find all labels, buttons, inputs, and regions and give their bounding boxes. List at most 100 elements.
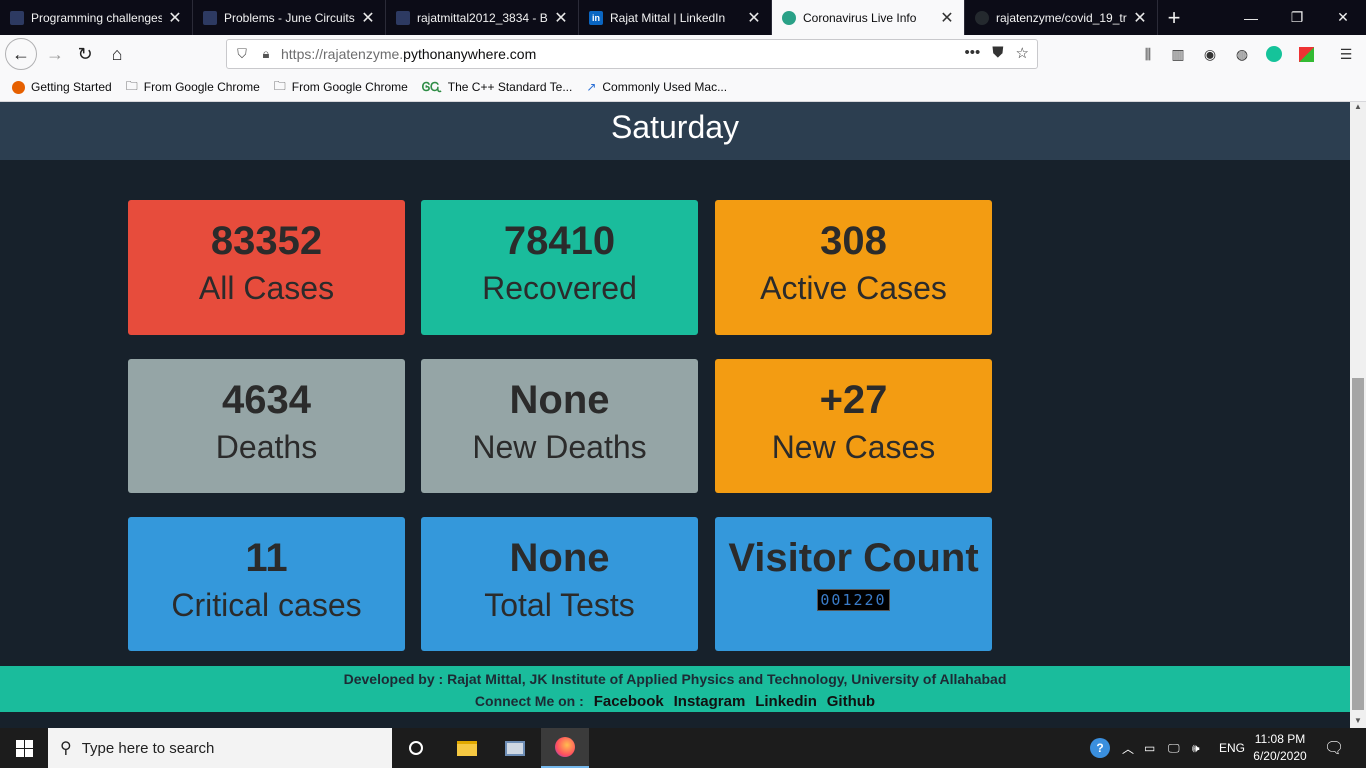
close-tab-icon[interactable]: ✕ (747, 8, 761, 28)
navigation-toolbar: ← → ↻ ⌂ ⛉ 🔒︎ https://rajatenzyme.pythona… (0, 35, 1366, 73)
new-deaths-card: None New Deaths (421, 359, 698, 493)
taskbar-clock[interactable]: 11:08 PM 6/20/2020 (1244, 731, 1316, 765)
help-icon[interactable]: ? (1090, 728, 1110, 768)
sidebar-icon[interactable]: ▥ (1168, 44, 1188, 64)
tab-github-covid[interactable]: rajatenzyme/covid_19_tra ✕ (965, 0, 1158, 35)
colorful-extension-icon[interactable] (1296, 44, 1316, 64)
search-icon: ⚲ (60, 740, 72, 757)
chart-icon: ↗ (586, 80, 597, 94)
connect-label: Connect Me on : (474, 693, 584, 709)
address-bar[interactable]: ⛉ 🔒︎ https://rajatenzyme.pythonanywhere.… (226, 39, 1038, 69)
remote-desktop-icon[interactable] (491, 728, 539, 768)
card-value: +27 (819, 378, 888, 422)
folder-icon: 🗀 (273, 78, 286, 93)
url-domain: pythonanywhere.com (403, 46, 537, 62)
pocket-icon[interactable]: ⛊ (992, 44, 1003, 62)
tab-june-circuits[interactable]: Problems - June Circuits ✕ (193, 0, 386, 35)
language-indicator[interactable]: ENG (1219, 728, 1245, 768)
linkedin-link[interactable]: Linkedin (755, 693, 817, 710)
file-explorer-icon[interactable] (443, 728, 491, 768)
home-button[interactable]: ⌂ (102, 39, 132, 69)
bookmark-folder-google-chrome[interactable]: 🗀 From Google Chrome (126, 77, 260, 98)
page-scrollbar[interactable]: ▲ ▼ (1350, 102, 1366, 728)
page-content: Saturday 83352 All Cases 78410 Recovered… (0, 102, 1350, 712)
windows-logo-icon (15, 739, 33, 757)
firefox-taskbar-icon[interactable] (541, 728, 589, 768)
new-tab-button[interactable]: + (1158, 0, 1190, 35)
notifications-icon[interactable]: 🗨︎ (1324, 728, 1344, 768)
close-tab-icon[interactable]: ✕ (554, 8, 568, 28)
network-icon[interactable]: 🖵︎ (1168, 728, 1180, 768)
bookmarks-toolbar: Getting Started 🗀 From Google Chrome 🗀 Fro… (0, 73, 1366, 102)
virus-icon (782, 10, 796, 25)
bookmark-label: The C++ Standard Te... (447, 80, 573, 94)
reload-button[interactable]: ↻ (70, 39, 100, 69)
bookmark-cpp-standard[interactable]: ᎶᏩ The C++ Standard Te... (422, 80, 572, 95)
tab-coronavirus-live-info[interactable]: Coronavirus Live Info ✕ (772, 0, 965, 35)
clock-time: 11:08 PM (1254, 732, 1306, 746)
visitor-counter: 001220 (817, 589, 890, 611)
card-label: New Deaths (472, 429, 647, 465)
scroll-down-icon[interactable]: ▼ (1350, 716, 1366, 728)
page-actions-icon[interactable]: ••• (965, 44, 981, 62)
firefox-icon (12, 80, 25, 94)
start-button[interactable] (0, 728, 48, 768)
shield-icon[interactable]: ⛉ (233, 46, 251, 62)
bookmark-star-icon[interactable]: ☆ (1016, 44, 1029, 62)
instagram-link[interactable]: Instagram (674, 693, 746, 710)
github-link[interactable]: Github (827, 693, 875, 710)
developer-credit: Developed by : Rajat Mittal, JK Institut… (343, 671, 1007, 687)
scroll-up-icon[interactable]: ▲ (1350, 102, 1366, 114)
taskbar-search-box[interactable]: ⚲ Type here to search (48, 728, 392, 768)
menu-icon[interactable]: ☰ (1336, 44, 1356, 64)
search-placeholder: Type here to search (81, 739, 215, 757)
card-label: Recovered (482, 270, 637, 306)
forward-button[interactable]: → (40, 39, 70, 69)
github-icon (975, 10, 989, 25)
gfg-icon: ᎶᏩ (421, 79, 442, 94)
total-tests-card: None Total Tests (421, 517, 698, 651)
bookmark-commonly-used[interactable]: ↗ Commonly Used Mac... (586, 80, 727, 94)
tab-rajatmittal[interactable]: rajatmittal2012_3834 - Br ✕ (386, 0, 579, 35)
close-tab-icon[interactable]: ✕ (1133, 8, 1147, 28)
card-value: None (509, 378, 610, 422)
bookmark-label: Commonly Used Mac... (602, 80, 728, 94)
facebook-link[interactable]: Facebook (594, 693, 664, 710)
bookmark-folder-google-chrome-2[interactable]: 🗀 From Google Chrome (274, 77, 408, 98)
close-tab-icon[interactable]: ✕ (168, 8, 182, 28)
lock-icon[interactable]: 🔒︎ (257, 46, 275, 62)
show-hidden-icons-icon[interactable]: ︿ (1122, 728, 1134, 768)
restore-icon[interactable]: ❐ (1274, 0, 1320, 35)
card-value: 4634 (222, 378, 311, 422)
active-cases-card: 308 Active Cases (715, 200, 992, 335)
extension-icon[interactable]: ◍ (1232, 44, 1252, 64)
folder-icon: 🗀 (125, 78, 138, 93)
library-icon[interactable]: ⫼ (1138, 44, 1158, 64)
close-tab-icon[interactable]: ✕ (361, 8, 375, 28)
scrollbar-thumb[interactable] (1352, 378, 1364, 710)
task-view-icon[interactable] (392, 728, 440, 768)
battery-icon[interactable]: ▭ (1144, 728, 1155, 768)
back-button[interactable]: ← (5, 38, 37, 70)
grammarly-icon[interactable] (1264, 44, 1284, 64)
day-heading: Saturday (0, 102, 1350, 160)
new-cases-card: +27 New Cases (715, 359, 992, 493)
url-prefix: https://rajatenzyme. (281, 46, 404, 62)
card-label: New Cases (771, 429, 936, 465)
close-window-icon[interactable]: ✕ (1320, 0, 1366, 35)
minimize-icon[interactable]: — (1228, 0, 1274, 35)
volume-icon[interactable]: 🕪︎ (1192, 728, 1200, 768)
tab-title: Rajat Mittal | LinkedIn (610, 10, 726, 25)
close-tab-icon[interactable]: ✕ (940, 8, 954, 28)
windows-taskbar: ⚲ Type here to search ? ︿ ▭ 🖵︎ 🕪︎ ENG 11… (0, 728, 1366, 768)
account-icon[interactable]: ◉ (1200, 44, 1220, 64)
tab-title: rajatenzyme/covid_19_tra (996, 10, 1127, 25)
tab-linkedin[interactable]: in Rajat Mittal | LinkedIn ✕ (579, 0, 772, 35)
card-label: Total Tests (484, 587, 635, 623)
bookmark-getting-started[interactable]: Getting Started (12, 80, 112, 94)
card-value: None (509, 536, 610, 580)
tab-programming-challenges[interactable]: Programming challenges ✕ (0, 0, 193, 35)
card-label: Deaths (215, 429, 318, 465)
bookmark-label: From Google Chrome (143, 80, 260, 94)
clock-date: 6/20/2020 (1253, 749, 1307, 763)
